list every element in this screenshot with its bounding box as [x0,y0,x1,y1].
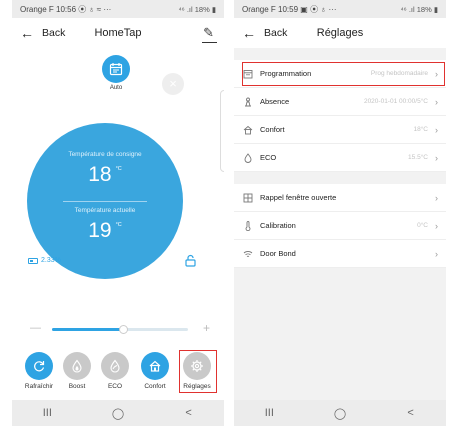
menu-item-window-reminder[interactable]: Rappel fenêtre ouverte › [234,184,446,212]
menu-item-value: 2020-01-01 00:00/5°C [363,98,428,105]
absence-icon [243,97,253,107]
thermometer-icon [243,220,253,231]
home-button[interactable]: ◯ [103,407,133,420]
menu-item-label: Calibration [260,221,296,230]
comfort-circle [141,352,169,380]
eco-button[interactable]: ECO [98,352,132,390]
system-back-button[interactable]: < [174,407,204,419]
hometap-screen: Orange F 10:56 ⦿ ♁ ≈ ··· ⁴⁶ .ıl 18% ▮ ← … [12,0,224,426]
app-bar: ← Back HomeTap ✎ [12,18,224,48]
system-back-button[interactable]: < [396,407,426,419]
back-button[interactable]: ← Back [20,26,65,40]
back-label: Back [42,27,66,39]
menu-item-label: Confort [260,125,285,134]
menu-item-calibration[interactable]: Calibration 0°C › [234,212,446,240]
refresh-button[interactable]: Rafraîchir [22,352,56,390]
calendar-icon [109,63,123,76]
status-carrier-time: Orange F 10:56 [20,4,77,14]
refresh-circle [25,352,53,380]
current-temp-unit: °C [115,222,122,228]
status-carrier-time: Orange F 10:59 [242,4,299,14]
chevron-right-icon: › [435,192,438,203]
decrease-button[interactable]: — [30,322,41,334]
slider-thumb[interactable] [118,325,128,334]
scroll-indicator [220,90,224,172]
current-temp-label: Température actuelle [74,207,136,214]
setpoint-value-wrap: 18 °C [27,163,183,187]
home-icon [243,125,253,135]
recent-apps-button[interactable]: III [254,407,284,419]
boost-circle [63,352,91,380]
home-icon [149,360,161,372]
programmation-highlight-box [242,62,445,86]
back-arrow-icon: ← [20,25,34,41]
battery-icon [28,257,38,264]
recent-apps-button[interactable]: III [32,407,62,419]
setpoint-label: Température de consigne [68,151,142,158]
window-icon [243,193,253,203]
auto-mode-button[interactable] [102,55,130,83]
dial-divider [63,201,147,202]
slider-track[interactable] [52,325,188,334]
menu-item-value: 0°C [417,222,428,229]
back-button[interactable]: ← Back [242,26,287,40]
chevron-right-icon: › [435,96,438,107]
menu-item-label: Rappel fenêtre ouverte [260,193,337,202]
battery-value: 2.33% [41,257,61,264]
eco-circle [101,352,129,380]
menu-item-label: Door Bond [260,249,296,258]
temperature-dial: Température de consigne 18 °C Température… [27,123,183,279]
boost-button[interactable]: Boost [60,352,94,390]
status-right: ⁴⁶ .ıl 18% ▮ [400,4,438,14]
app-bar: ← Back Réglages [234,18,446,48]
menu-item-value: 18°C [413,126,428,133]
boost-icon [72,359,82,373]
chevron-right-icon: › [435,152,438,163]
off-mode-button[interactable] [162,73,184,95]
wifi-icon [243,249,253,259]
settings-group-device: Rappel fenêtre ouverte › Calibration 0°C… [234,184,446,268]
chevron-right-icon: › [435,124,438,135]
status-icons: ▣ ⦿ ♁ ··· [300,4,337,14]
current-temp-value: 19 [88,219,112,242]
temperature-slider[interactable]: — + [30,321,210,336]
unlock-icon[interactable] [184,254,197,267]
comfort-label: Confort [144,383,166,390]
menu-item-absence[interactable]: Absence 2020-01-01 00:00/5°C › [234,88,446,116]
menu-item-value: 15.5°C [408,154,428,161]
menu-item-confort[interactable]: Confort 18°C › [234,116,446,144]
system-nav-bar: III ◯ < [12,400,224,426]
boost-label: Boost [68,383,86,390]
back-arrow-icon: ← [242,25,256,41]
settings-highlight-box [179,350,217,393]
home-button[interactable]: ◯ [325,407,355,420]
menu-item-label: Absence [260,97,290,106]
status-right: ⁴⁶ .ıl 18% ▮ [178,4,216,14]
comfort-button[interactable]: Confort [138,352,172,390]
status-bar: Orange F 10:56 ⦿ ♁ ≈ ··· ⁴⁶ .ıl 18% ▮ [12,0,224,18]
current-temp-wrap: 19 °C [27,219,183,243]
increase-button[interactable]: + [203,321,210,335]
eco-icon [110,359,120,373]
chevron-right-icon: › [435,248,438,259]
status-icons: ⦿ ♁ ≈ ··· [78,4,112,14]
eco-label: ECO [107,383,123,390]
refresh-label: Rafraîchir [24,383,54,390]
edit-icon[interactable]: ✎ [202,25,217,43]
battery-status: 2.33% [28,257,61,264]
setpoint-unit: °C [115,166,122,172]
menu-item-eco[interactable]: ECO 15.5°C › [234,144,446,172]
refresh-icon [34,361,45,372]
menu-item-label: ECO [260,153,277,162]
eco-icon [243,152,253,163]
back-label: Back [264,27,288,39]
chevron-right-icon: › [435,220,438,231]
menu-item-door-bond[interactable]: Door Bond › [234,240,446,268]
system-nav-bar: III ◯ < [234,400,446,426]
setpoint-value: 18 [88,163,112,186]
reglages-screen: Orange F 10:59 ▣ ⦿ ♁ ··· ⁴⁶ .ıl 18% ▮ ← … [234,0,446,426]
slider-fill [52,328,123,331]
auto-mode-label: Auto [109,85,123,91]
status-bar: Orange F 10:59 ▣ ⦿ ♁ ··· ⁴⁶ .ıl 18% ▮ [234,0,446,18]
